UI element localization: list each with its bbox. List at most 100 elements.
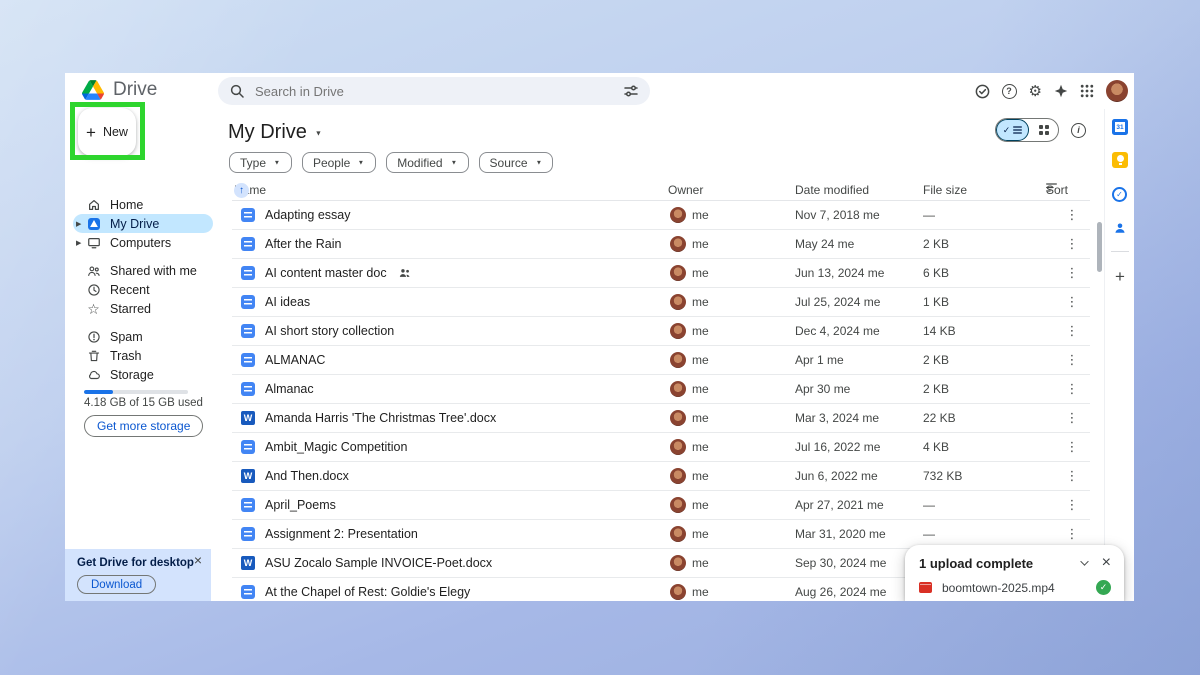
more-options-icon[interactable]: ⋮ <box>1064 520 1080 548</box>
table-row[interactable]: W Amanda Harris 'The Christmas Tree'.doc… <box>232 404 1090 433</box>
more-options-icon[interactable]: ⋮ <box>1064 375 1080 403</box>
search-input[interactable] <box>255 84 613 99</box>
sidebar-item-home[interactable]: Home <box>73 195 213 214</box>
chevron-down-icon: ▼ <box>358 159 364 166</box>
table-row[interactable]: After the Rain me May 24 me 2 KB ⋮ <box>232 230 1090 259</box>
computers-icon <box>86 235 101 250</box>
apps-grid-icon[interactable] <box>1080 84 1094 98</box>
column-header-owner[interactable]: Owner <box>668 183 703 197</box>
plus-icon: + <box>86 124 96 141</box>
expand-icon[interactable]: ▶ <box>76 220 81 228</box>
word-file-icon: W <box>241 469 255 483</box>
table-row[interactable]: AI ideas me Jul 25, 2024 me 1 KB ⋮ <box>232 288 1090 317</box>
close-icon[interactable]: × <box>1102 555 1111 571</box>
sidebar-item-my-drive[interactable]: ▶ My Drive <box>73 214 213 233</box>
gemini-sparkle-icon[interactable] <box>1054 84 1068 98</box>
more-options-icon[interactable]: ⋮ <box>1064 317 1080 345</box>
filter-chip-type[interactable]: Type▼ <box>229 152 292 173</box>
grid-view-button[interactable] <box>1029 119 1058 141</box>
uploaded-file-row[interactable]: boomtown-2025.mp4 ✓ <box>905 573 1124 595</box>
sidebar-item-label: Recent <box>110 283 150 297</box>
sort-menu-button[interactable]: Sort <box>1046 183 1057 192</box>
expand-icon[interactable]: ▶ <box>76 239 81 247</box>
drive-logo-icon <box>82 80 104 100</box>
date-modified-cell: Dec 4, 2024 me <box>795 317 880 345</box>
table-row[interactable]: W And Then.docx me Jun 6, 2022 me 732 KB… <box>232 462 1090 491</box>
sidebar-item-computers[interactable]: ▶ Computers <box>73 233 213 252</box>
sidebar-item-spam[interactable]: Spam <box>73 327 213 346</box>
more-options-icon[interactable]: ⋮ <box>1064 288 1080 316</box>
minimize-chevron-icon[interactable] <box>1081 557 1090 566</box>
page-title[interactable]: My Drive ▼ <box>228 121 323 144</box>
new-button[interactable]: + New <box>78 108 136 156</box>
file-name-cell: At the Chapel of Rest: Goldie's Elegy <box>241 578 470 601</box>
search-bar[interactable] <box>218 77 650 105</box>
owner-cell: me <box>670 317 709 345</box>
contacts-icon[interactable] <box>1112 220 1128 236</box>
owner-name: me <box>692 266 709 280</box>
chevron-down-icon: ▼ <box>315 129 322 137</box>
storage-used-text: 4.18 GB of 15 GB used <box>84 397 203 409</box>
download-button[interactable]: Download <box>77 575 156 594</box>
column-header-modified[interactable]: Date modified <box>795 183 869 197</box>
filter-chip-people[interactable]: People▼ <box>302 152 376 173</box>
filter-chip-source[interactable]: Source▼ <box>479 152 554 173</box>
file-name-cell: AI content master doc <box>241 259 411 287</box>
storage-progress-bar <box>84 390 188 394</box>
table-row[interactable]: April_Poems me Apr 27, 2021 me — ⋮ <box>232 491 1090 520</box>
more-options-icon[interactable]: ⋮ <box>1064 201 1080 229</box>
add-panel-app-icon[interactable]: + <box>1112 269 1128 285</box>
table-row[interactable]: ALMANAC me Apr 1 me 2 KB ⋮ <box>232 346 1090 375</box>
sidebar-item-shared-with-me[interactable]: Shared with me <box>73 261 213 280</box>
storage-icon <box>86 367 101 382</box>
date-modified-cell: Aug 26, 2024 me <box>795 578 886 601</box>
date-modified-cell: Mar 3, 2024 me <box>795 404 879 432</box>
file-size-cell: 22 KB <box>923 404 956 432</box>
get-more-storage-button[interactable]: Get more storage <box>84 415 203 437</box>
file-list: Adapting essay me Nov 7, 2018 me — ⋮ Aft… <box>232 200 1090 601</box>
file-size-cell: 732 KB <box>923 462 962 490</box>
owner-cell: me <box>670 375 709 403</box>
table-row[interactable]: Ambit_Magic Competition me Jul 16, 2022 … <box>232 433 1090 462</box>
view-toggle[interactable]: ✓ <box>995 118 1059 142</box>
chevron-down-icon: ▼ <box>450 159 456 166</box>
sidebar-item-storage[interactable]: Storage <box>73 365 213 384</box>
google-docs-icon <box>241 266 255 280</box>
owner-avatar <box>670 555 686 571</box>
sidebar-item-recent[interactable]: Recent <box>73 280 213 299</box>
storage-progress-fill <box>84 390 113 394</box>
owner-name: me <box>692 295 709 309</box>
details-info-icon[interactable]: i <box>1071 123 1086 138</box>
file-size-cell: 2 KB <box>923 375 949 403</box>
scrollbar-thumb[interactable] <box>1097 222 1102 272</box>
column-header-size[interactable]: File size <box>923 183 967 197</box>
sort-ascending-icon[interactable]: ↑ <box>234 183 249 198</box>
banner-close-icon[interactable]: × <box>194 553 202 567</box>
table-row[interactable]: Adapting essay me Nov 7, 2018 me — ⋮ <box>232 201 1090 230</box>
sidebar-item-starred[interactable]: ☆ Starred <box>73 299 213 318</box>
help-icon[interactable]: ? <box>1002 84 1017 99</box>
more-options-icon[interactable]: ⋮ <box>1064 404 1080 432</box>
tasks-icon[interactable]: ✓ <box>1112 187 1127 202</box>
more-options-icon[interactable]: ⋮ <box>1064 462 1080 490</box>
drive-brand[interactable]: Drive <box>82 79 157 101</box>
filter-chip-modified[interactable]: Modified▼ <box>386 152 468 173</box>
file-size-cell: 6 KB <box>923 259 949 287</box>
table-row[interactable]: AI content master doc me Jun 13, 2024 me… <box>232 259 1090 288</box>
keep-icon[interactable] <box>1112 152 1128 168</box>
more-options-icon[interactable]: ⋮ <box>1064 433 1080 461</box>
more-options-icon[interactable]: ⋮ <box>1064 491 1080 519</box>
file-name: Amanda Harris 'The Christmas Tree'.docx <box>265 411 496 425</box>
offline-status-icon[interactable] <box>975 84 990 99</box>
list-view-button[interactable]: ✓ <box>996 119 1029 141</box>
account-avatar[interactable] <box>1106 80 1128 102</box>
calendar-icon[interactable]: 31 <box>1112 119 1128 135</box>
sidebar-item-trash[interactable]: Trash <box>73 346 213 365</box>
more-options-icon[interactable]: ⋮ <box>1064 346 1080 374</box>
table-row[interactable]: Almanac me Apr 30 me 2 KB ⋮ <box>232 375 1090 404</box>
more-options-icon[interactable]: ⋮ <box>1064 230 1080 258</box>
search-options-icon[interactable] <box>624 84 638 98</box>
settings-icon[interactable]: ⚙ <box>1029 84 1042 99</box>
table-row[interactable]: AI short story collection me Dec 4, 2024… <box>232 317 1090 346</box>
more-options-icon[interactable]: ⋮ <box>1064 259 1080 287</box>
